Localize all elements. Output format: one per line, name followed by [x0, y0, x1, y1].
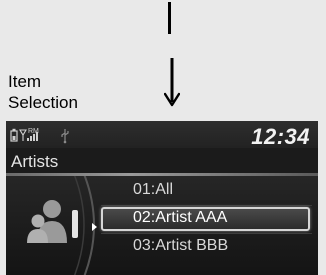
usb-icon — [61, 129, 69, 144]
selection-cursor-icon — [92, 223, 97, 231]
audio-display-screen: RM 12:34 Artists 01:All 02:Artist AAA 03… — [6, 121, 318, 275]
status-icons: RM — [10, 128, 69, 144]
down-arrow-icon — [164, 58, 180, 107]
clock: 12:34 — [251, 124, 310, 149]
caption-line-1: Item — [8, 72, 42, 91]
rm-label: RM — [28, 128, 39, 135]
screen-title: Artists — [11, 152, 59, 171]
category-panel — [27, 176, 95, 275]
row-divider — [101, 205, 312, 206]
row-divider — [101, 233, 312, 234]
pointer-arrow-shaft — [168, 2, 171, 34]
status-bar: RM 12:34 — [6, 121, 318, 149]
phone-battery-icon — [10, 128, 18, 142]
caption-line-2: Selection — [8, 93, 78, 112]
list-item-artist-bbb[interactable]: 03:Artist BBB — [133, 237, 228, 255]
artist-icon — [27, 200, 78, 243]
list-item-artist-aaa[interactable]: 02:Artist AAA — [133, 209, 227, 227]
item-selection-caption: Item Selection — [8, 71, 78, 113]
list-item-all[interactable]: 01:All — [133, 181, 173, 199]
